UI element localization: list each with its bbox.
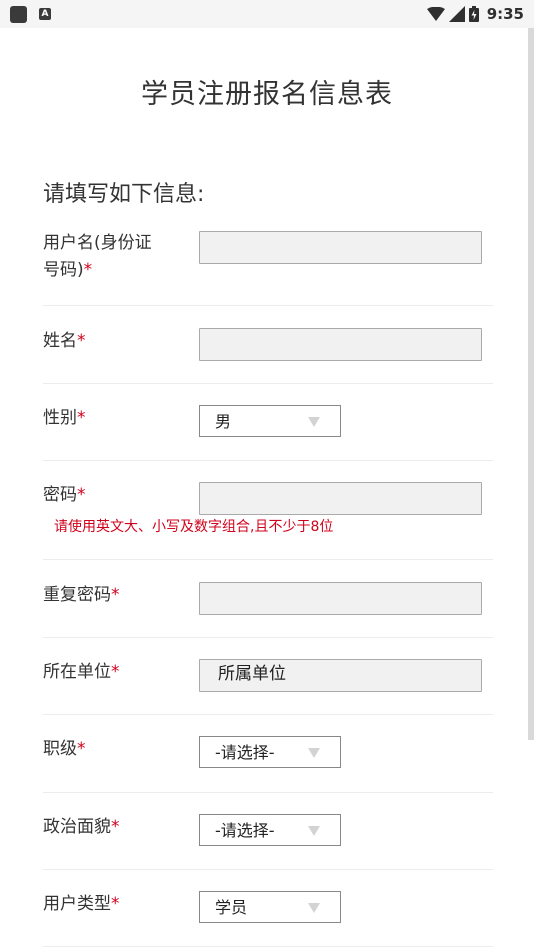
unit-label-text: 所在单位 xyxy=(43,662,111,682)
gender-label-text: 性别 xyxy=(43,408,77,428)
divider xyxy=(43,946,493,947)
political-label-text: 政治面貌 xyxy=(43,817,111,837)
signal-icon xyxy=(448,6,465,22)
page-title: 学员注册报名信息表 xyxy=(141,79,393,110)
required-mark: * xyxy=(111,894,120,914)
text-icon: A xyxy=(39,8,51,20)
gender-label: 性别* xyxy=(43,405,86,432)
unit-input[interactable]: 所属单位 xyxy=(199,659,482,692)
repeat-password-label-text: 重复密码 xyxy=(43,585,111,605)
password-hint: 请使用英文大、小写及数字组合,且不少于8位 xyxy=(54,519,334,535)
political-label: 政治面貌* xyxy=(43,814,120,841)
divider xyxy=(43,714,493,715)
scrollbar[interactable] xyxy=(528,28,534,740)
divider xyxy=(43,869,493,870)
rank-label-text: 职级 xyxy=(43,739,77,759)
user-type-label-text: 用户类型 xyxy=(43,894,111,914)
status-icons: 9:35 xyxy=(426,4,524,24)
status-bar: A 9:35 xyxy=(0,0,534,28)
username-label: 用户名(身份证 号码)* xyxy=(43,230,152,284)
repeat-password-input[interactable] xyxy=(199,582,482,615)
dropdown-arrow-icon xyxy=(308,903,320,913)
dropdown-arrow-icon xyxy=(308,417,320,427)
battery-icon xyxy=(468,6,479,22)
rank-selected-value: -请选择- xyxy=(215,743,275,762)
status-time: 9:35 xyxy=(486,5,524,23)
dropdown-arrow-icon xyxy=(308,826,320,836)
political-select[interactable]: -请选择- xyxy=(199,814,341,846)
required-mark: * xyxy=(77,331,86,351)
user-type-selected-value: 学员 xyxy=(215,898,248,917)
username-input[interactable] xyxy=(199,231,482,264)
divider xyxy=(43,383,493,384)
gender-select[interactable]: 男 xyxy=(199,405,341,437)
username-label-line2: 号码) xyxy=(43,260,84,280)
app-icon xyxy=(10,6,27,23)
password-label: 密码* xyxy=(43,482,86,509)
required-mark: * xyxy=(111,585,120,605)
name-input[interactable] xyxy=(199,328,482,361)
divider xyxy=(43,559,493,560)
name-label: 姓名* xyxy=(43,328,86,355)
required-mark: * xyxy=(111,817,120,837)
name-label-text: 姓名 xyxy=(43,331,77,351)
repeat-password-label: 重复密码* xyxy=(43,582,120,609)
password-input[interactable] xyxy=(199,482,482,515)
required-mark: * xyxy=(111,662,120,682)
rank-label: 职级* xyxy=(43,736,86,763)
username-label-line1: 用户名(身份证 xyxy=(43,233,152,253)
divider xyxy=(43,460,493,461)
unit-label: 所在单位* xyxy=(43,659,120,686)
dropdown-arrow-icon xyxy=(308,748,320,758)
required-mark: * xyxy=(77,485,86,505)
rank-select[interactable]: -请选择- xyxy=(199,736,341,768)
user-type-select[interactable]: 学员 xyxy=(199,891,341,923)
required-mark: * xyxy=(77,739,86,759)
required-mark: * xyxy=(77,408,86,428)
required-mark: * xyxy=(83,260,93,280)
gender-selected-value: 男 xyxy=(215,412,232,431)
political-selected-value: -请选择- xyxy=(215,821,275,840)
user-type-label: 用户类型* xyxy=(43,891,120,918)
section-title: 请填写如下信息: xyxy=(43,182,205,207)
unit-value: 所属单位 xyxy=(218,664,286,684)
divider xyxy=(43,305,493,306)
wifi-icon xyxy=(426,7,445,21)
password-label-text: 密码 xyxy=(43,485,77,505)
divider xyxy=(43,637,493,638)
divider xyxy=(43,792,493,793)
